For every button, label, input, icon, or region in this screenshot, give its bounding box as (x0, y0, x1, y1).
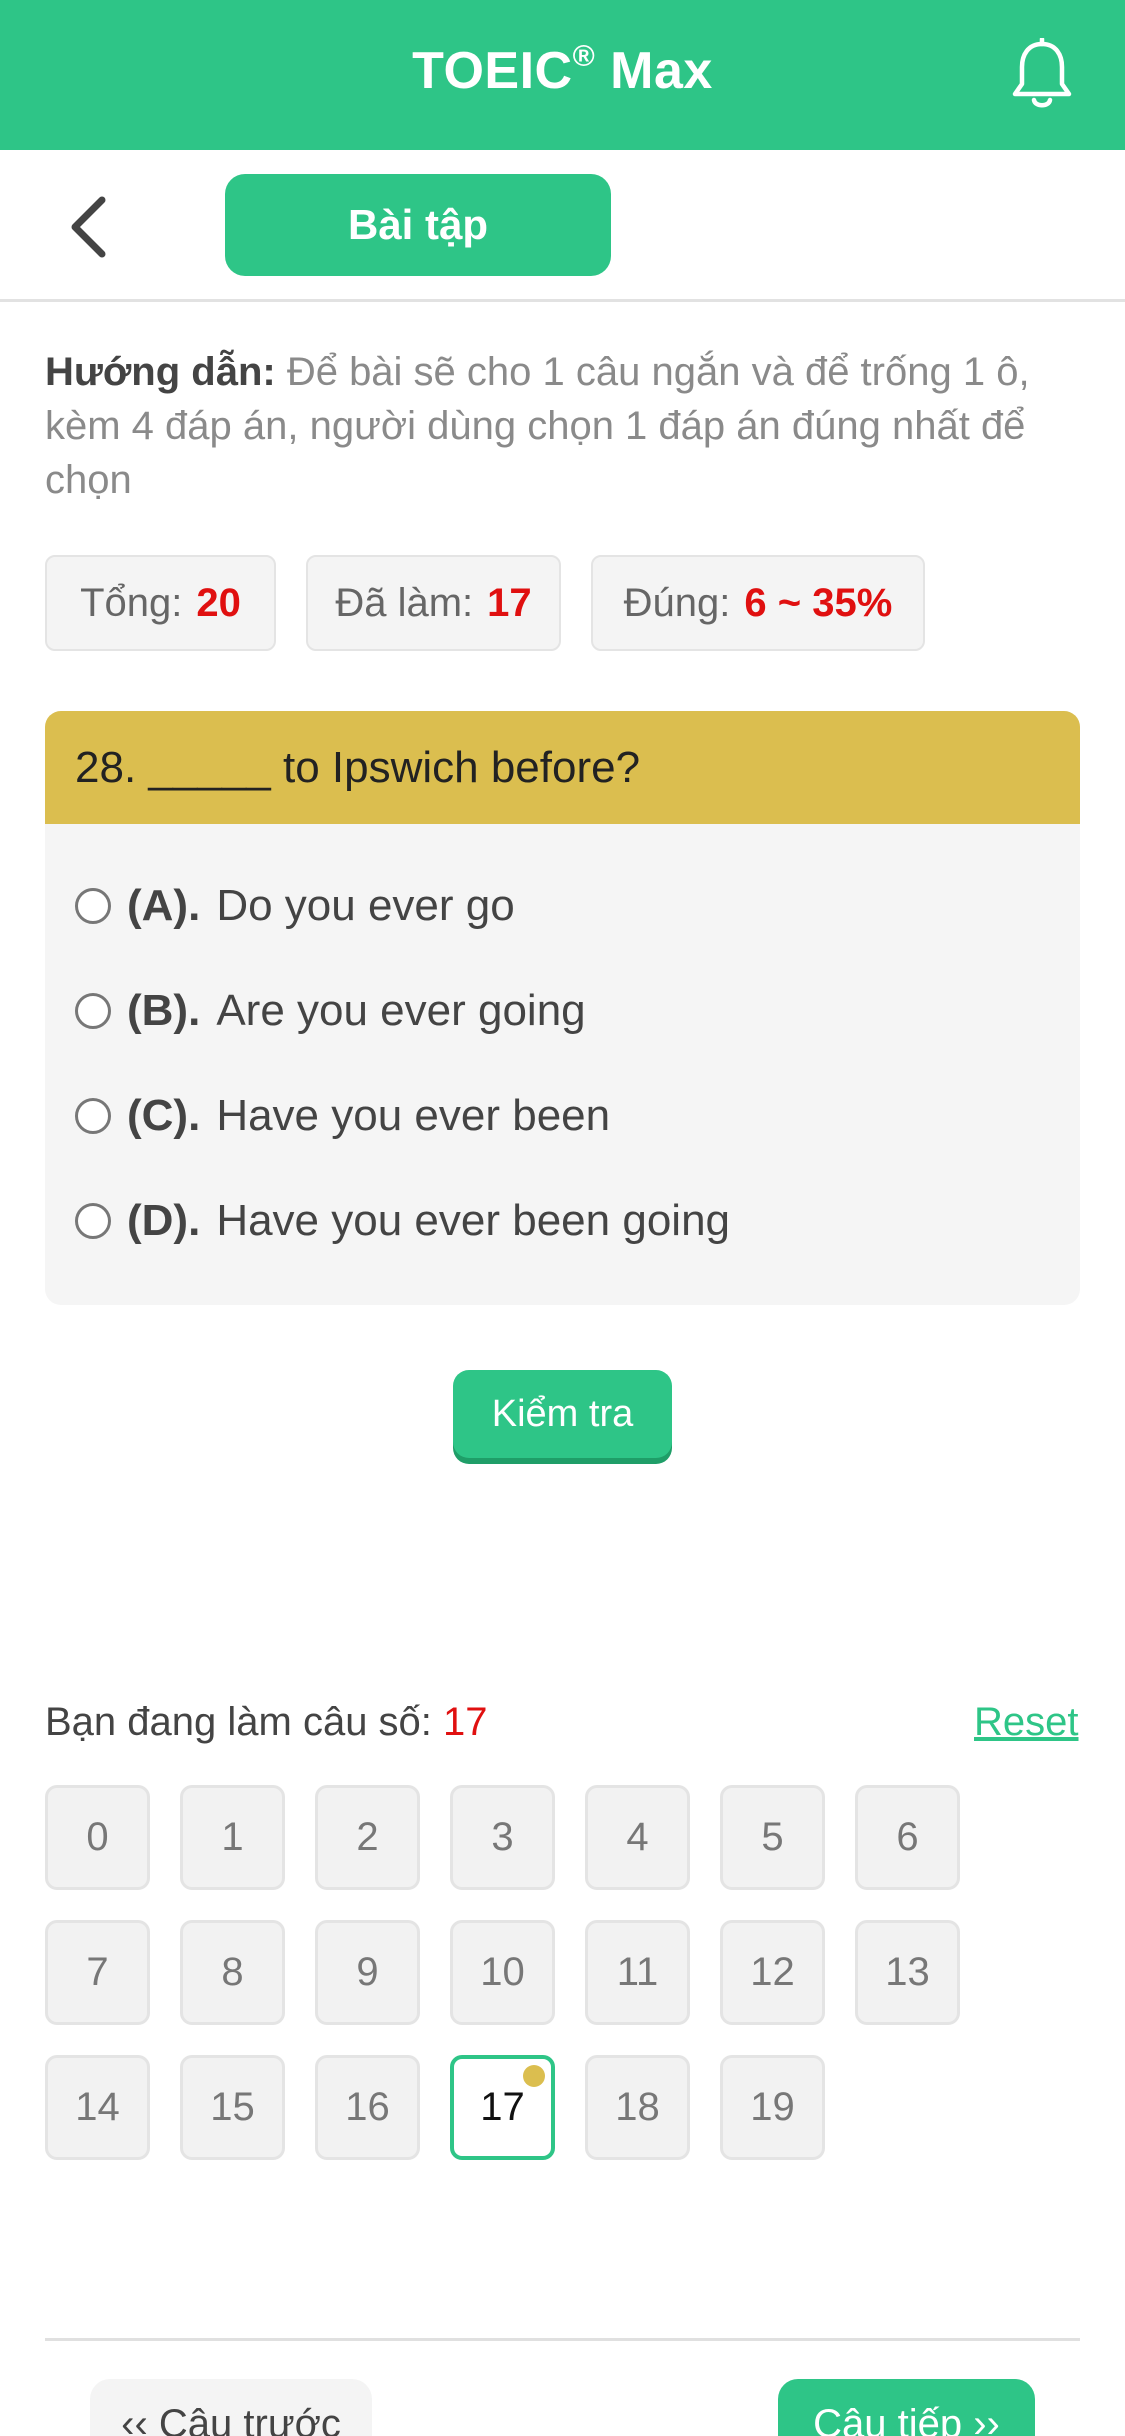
question-number-cell[interactable]: 1 (180, 1785, 285, 1890)
question-number-cell[interactable]: 13 (855, 1920, 960, 2025)
question-number-cell[interactable]: 10 (450, 1920, 555, 2025)
divider (45, 2338, 1080, 2341)
question-number-cell[interactable]: 9 (315, 1920, 420, 2025)
question-card: 28. _____ to Ipswich before? (A). Do you… (45, 711, 1080, 1305)
question-number-cell[interactable]: 16 (315, 2055, 420, 2160)
stat-correct: Đúng: 6 ~ 35% (591, 555, 925, 651)
question-number-cell[interactable]: 0 (45, 1785, 150, 1890)
question-number-cell[interactable]: 2 (315, 1785, 420, 1890)
question-number-cell[interactable]: 5 (720, 1785, 825, 1890)
chevron-left-icon[interactable] (60, 192, 120, 262)
option-d[interactable]: (D). Have you ever been going (75, 1186, 730, 1256)
current-indicator-dot (523, 2065, 545, 2087)
question-number-cell[interactable]: 15 (180, 2055, 285, 2160)
stat-done-value: 17 (487, 580, 532, 625)
tab-exercises[interactable]: Bài tập (225, 174, 611, 276)
question-number-cell[interactable]: 14 (45, 2055, 150, 2160)
current-question-number: 17 (443, 1700, 488, 1744)
question-number-cell[interactable]: 12 (720, 1920, 825, 2025)
reset-link[interactable]: Reset (974, 1700, 1079, 1745)
question-number-cell[interactable]: 18 (585, 2055, 690, 2160)
question-number-cell[interactable]: 11 (585, 1920, 690, 2025)
question-number-cell[interactable]: 17 (450, 2055, 555, 2160)
sub-header: Bài tập (0, 150, 1125, 302)
stat-total-value: 20 (196, 580, 241, 625)
current-question-status: Bạn đang làm câu số: 17 (45, 1700, 488, 1744)
radio-icon[interactable] (75, 993, 111, 1029)
stat-done: Đã làm: 17 (306, 555, 561, 651)
next-question-button[interactable]: Câu tiếp ›› (778, 2379, 1035, 2436)
check-button[interactable]: Kiểm tra (453, 1370, 672, 1458)
radio-icon[interactable] (75, 888, 111, 924)
stat-total: Tổng: 20 (45, 555, 276, 651)
app-header: TOEIC® Max (0, 0, 1125, 150)
radio-icon[interactable] (75, 1098, 111, 1134)
option-b[interactable]: (B). Are you ever going (75, 976, 586, 1046)
stat-correct-value: 6 ~ 35% (744, 580, 893, 625)
question-number-cell[interactable]: 4 (585, 1785, 690, 1890)
question-number-cell[interactable]: 6 (855, 1785, 960, 1890)
bell-icon[interactable] (1010, 36, 1074, 112)
question-text: 28. _____ to Ipswich before? (45, 711, 1080, 824)
question-number-cell[interactable]: 7 (45, 1920, 150, 2025)
instructions: Hướng dẫn: Để bài sẽ cho 1 câu ngắn và đ… (45, 345, 1085, 507)
question-number-cell[interactable]: 19 (720, 2055, 825, 2160)
option-c[interactable]: (C). Have you ever been (75, 1081, 610, 1151)
previous-question-button[interactable]: ‹‹ Câu trước (90, 2379, 372, 2436)
question-number-cell[interactable]: 3 (450, 1785, 555, 1890)
instructions-label: Hướng dẫn: (45, 350, 276, 394)
radio-icon[interactable] (75, 1203, 111, 1239)
option-a[interactable]: (A). Do you ever go (75, 871, 515, 941)
question-number-cell[interactable]: 8 (180, 1920, 285, 2025)
app-title: TOEIC® Max (412, 40, 713, 100)
